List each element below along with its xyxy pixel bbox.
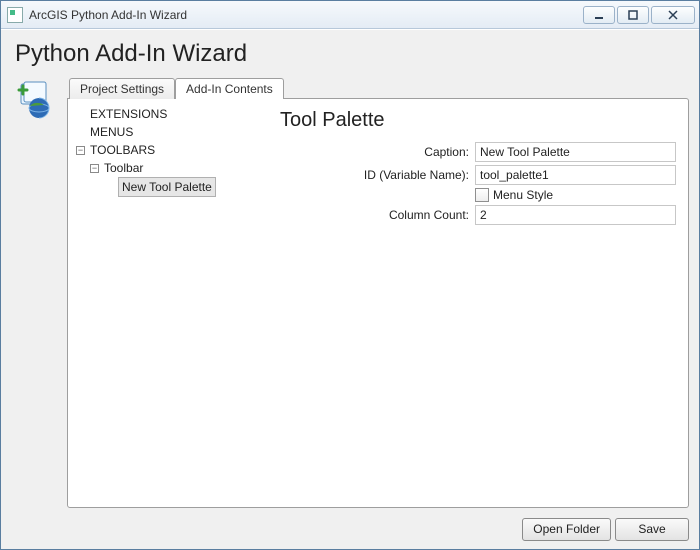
- content-row: Project Settings Add-In Contents EXTENSI…: [1, 76, 699, 512]
- client-area: Python Add-In Wizard Project Settings Ad…: [1, 29, 699, 549]
- maximize-button[interactable]: [617, 6, 649, 24]
- titlebar[interactable]: ArcGIS Python Add-In Wizard: [1, 1, 699, 29]
- tree-item-menus[interactable]: MENUS: [76, 123, 264, 141]
- close-icon: [668, 10, 678, 20]
- id-label: ID (Variable Name):: [280, 168, 475, 182]
- wizard-icon-panel: [11, 76, 59, 508]
- tab-body: EXTENSIONS MENUS −TOOLBARS −Toolbar: [67, 98, 689, 508]
- row-menu-style: Menu Style: [280, 188, 676, 202]
- menu-style-label: Menu Style: [493, 188, 553, 202]
- form-pane: Tool Palette Caption: ID (Variable Name)…: [268, 99, 688, 507]
- caption-input[interactable]: [475, 142, 676, 162]
- caption-label: Caption:: [280, 145, 475, 159]
- open-folder-button[interactable]: Open Folder: [522, 518, 611, 541]
- tab-panel: Project Settings Add-In Contents EXTENSI…: [67, 76, 689, 508]
- column-count-label: Column Count:: [280, 208, 475, 222]
- form-title: Tool Palette: [280, 109, 676, 132]
- minimize-button[interactable]: [583, 6, 615, 24]
- minimize-icon: [594, 10, 604, 20]
- tree-item-extensions[interactable]: EXTENSIONS: [76, 105, 264, 123]
- maximize-icon: [628, 10, 638, 20]
- window-controls: [583, 6, 695, 24]
- tab-project-settings[interactable]: Project Settings: [69, 78, 175, 99]
- id-input[interactable]: [475, 165, 676, 185]
- tree-item-toolbar[interactable]: −Toolbar New Tool Palette: [90, 159, 264, 197]
- close-button[interactable]: [651, 6, 695, 24]
- row-caption: Caption:: [280, 142, 676, 162]
- tree-toggle-icon[interactable]: −: [90, 164, 99, 173]
- row-id: ID (Variable Name):: [280, 165, 676, 185]
- tab-addin-contents[interactable]: Add-In Contents: [175, 78, 284, 99]
- addin-wizard-icon: [15, 80, 55, 120]
- row-column-count: Column Count:: [280, 205, 676, 225]
- tree-item-toolbars[interactable]: −TOOLBARS −Toolbar New Tool Palette: [76, 141, 264, 197]
- tree-item-new-tool-palette[interactable]: New Tool Palette: [104, 177, 264, 197]
- tree-view[interactable]: EXTENSIONS MENUS −TOOLBARS −Toolbar: [68, 99, 268, 507]
- page-title: Python Add-In Wizard: [1, 30, 699, 76]
- menu-style-checkbox[interactable]: [475, 188, 489, 202]
- tree-toggle-icon[interactable]: −: [76, 146, 85, 155]
- app-window: ArcGIS Python Add-In Wizard Python Add-I…: [0, 0, 700, 550]
- window-title: ArcGIS Python Add-In Wizard: [29, 8, 583, 22]
- bottom-bar: Open Folder Save: [1, 512, 699, 549]
- tab-strip: Project Settings Add-In Contents: [67, 76, 689, 98]
- save-button[interactable]: Save: [615, 518, 689, 541]
- column-count-input[interactable]: [475, 205, 676, 225]
- app-icon: [7, 7, 23, 23]
